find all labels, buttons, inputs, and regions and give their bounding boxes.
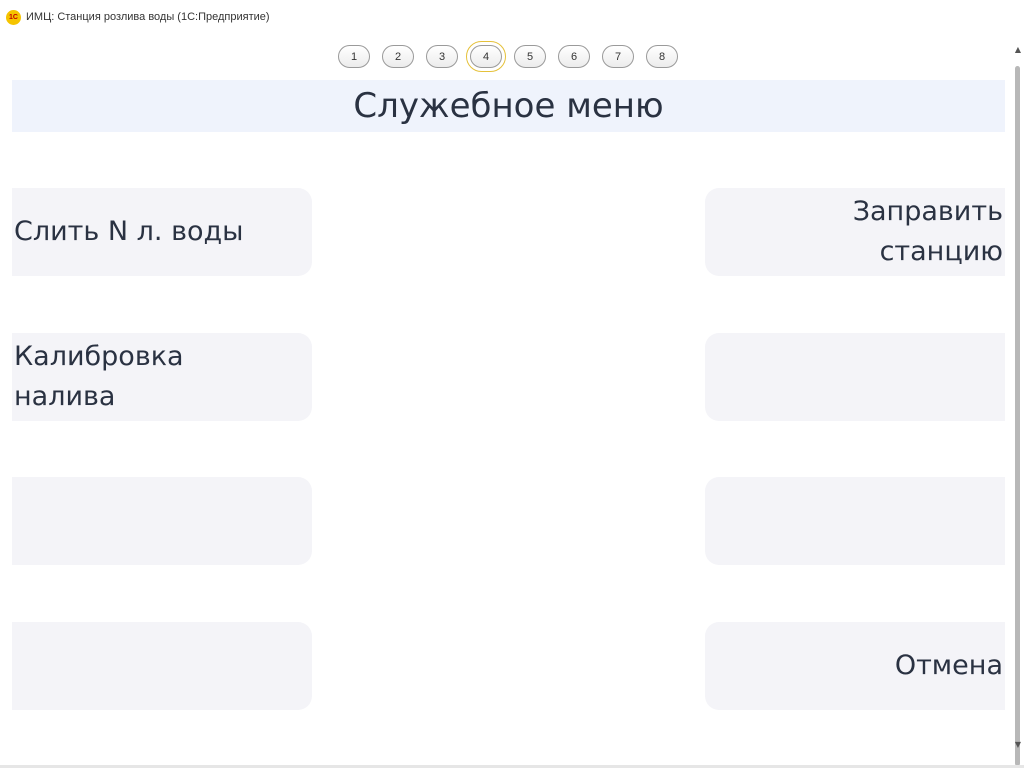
page-title-text: Служебное меню: [353, 86, 664, 126]
empty-left-button-4[interactable]: [12, 622, 312, 710]
vertical-scrollbar[interactable]: ▲ ▼: [1012, 44, 1024, 766]
calibration-button[interactable]: Калибровка налива: [12, 333, 312, 421]
title-bar: 1С ИМЦ: Станция розлива воды (1С:Предпри…: [0, 0, 1024, 34]
page-button-2[interactable]: 2: [382, 45, 414, 68]
window-title: ИМЦ: Станция розлива воды (1С:Предприяти…: [26, 11, 270, 23]
page-button-8[interactable]: 8: [646, 45, 678, 68]
page-button-5[interactable]: 5: [514, 45, 546, 68]
page-title: Служебное меню: [12, 80, 1005, 132]
scroll-thumb[interactable]: [1015, 66, 1020, 766]
calibration-label: Калибровка налива: [14, 341, 184, 412]
cancel-label: Отмена: [894, 650, 1003, 681]
page-switcher: 1 2 3 4 5 6 7 8: [0, 41, 1024, 73]
refill-station-label: Заправить станцию: [852, 196, 1003, 267]
page-button-3[interactable]: 3: [426, 45, 458, 68]
empty-right-button-2[interactable]: [705, 333, 1005, 421]
page-button-1[interactable]: 1: [338, 45, 370, 68]
page-button-7[interactable]: 7: [602, 45, 634, 68]
drain-water-label: Слить N л. воды: [14, 216, 244, 247]
drain-water-button[interactable]: Слить N л. воды: [12, 188, 312, 276]
app-logo-icon: 1С: [6, 9, 21, 25]
scroll-down-icon[interactable]: ▼: [1014, 741, 1022, 749]
page-button-6[interactable]: 6: [558, 45, 590, 68]
cancel-button[interactable]: Отмена: [705, 622, 1005, 710]
page-button-4[interactable]: 4: [466, 41, 506, 72]
empty-left-button-3[interactable]: [12, 477, 312, 565]
refill-station-button[interactable]: Заправить станцию: [705, 188, 1005, 276]
scroll-up-icon[interactable]: ▲: [1014, 46, 1022, 54]
empty-right-button-3[interactable]: [705, 477, 1005, 565]
